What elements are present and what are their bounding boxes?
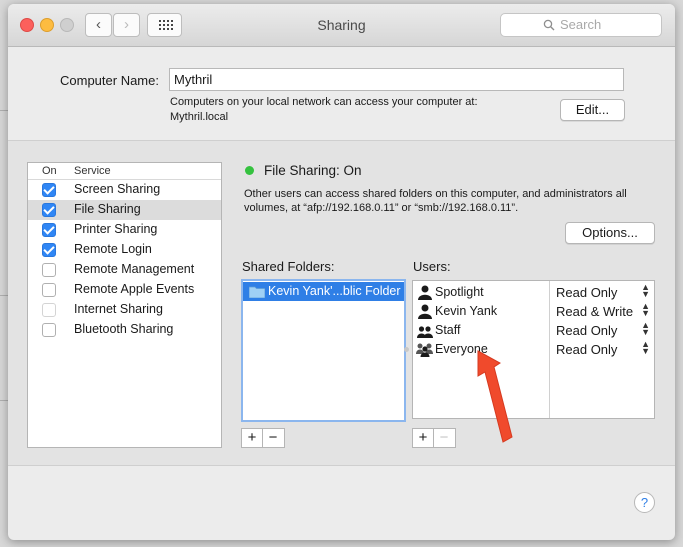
folder-icon (249, 286, 265, 298)
local-address-text: Mythril.local (170, 111, 229, 123)
file-sharing-status: File Sharing: On (264, 163, 362, 178)
permission-popup[interactable]: Read Only ▲ ▼ (550, 340, 654, 359)
permission-popup[interactable]: Read & Write ▲ ▼ (550, 302, 654, 321)
service-checkbox[interactable] (42, 243, 56, 257)
services-table-header: On Service (28, 163, 221, 180)
computer-name-field[interactable]: Mythril (169, 68, 624, 91)
shared-folder-label: Kevin Yank'...blic Folder (268, 284, 401, 298)
status-description: Other users can access shared folders on… (244, 188, 627, 200)
shared-folders-add-remove: + − (241, 428, 285, 448)
service-row-file-sharing[interactable]: File Sharing (28, 200, 221, 220)
service-row-remote-login[interactable]: Remote Login (28, 240, 221, 260)
service-row-bluetooth-sharing[interactable]: Bluetooth Sharing (28, 320, 221, 340)
service-checkbox[interactable] (42, 183, 56, 197)
split-handle[interactable] (404, 347, 409, 352)
user-name: Staff (435, 323, 461, 337)
service-label: Internet Sharing (74, 302, 163, 316)
title-bar: ‹ › Sharing Search (8, 4, 675, 47)
annotation-arrow-icon (477, 350, 513, 443)
service-checkbox[interactable] (42, 203, 56, 217)
search-icon (543, 19, 555, 31)
user-row-staff[interactable]: Staff (413, 321, 549, 340)
column-on-header: On (42, 165, 57, 177)
service-row-printer-sharing[interactable]: Printer Sharing (28, 220, 221, 240)
user-icon (418, 285, 432, 300)
network-info-text: Computers on your local network can acce… (170, 96, 478, 108)
permission-value: Read Only (556, 285, 618, 300)
popup-arrows-icon: ▲ ▼ (641, 282, 650, 299)
search-placeholder: Search (560, 17, 602, 32)
service-label: Remote Login (74, 242, 152, 256)
options-button[interactable]: Options... (565, 222, 655, 244)
user-name: Kevin Yank (435, 304, 498, 318)
users-list: Spotlight Kevin Yank Staff Everyone Read… (412, 280, 655, 419)
permission-value: Read & Write (556, 304, 634, 319)
service-checkbox[interactable] (42, 283, 56, 297)
shared-folders-label: Shared Folders: (242, 259, 335, 274)
permission-popup[interactable]: Read Only ▲ ▼ (550, 283, 654, 302)
popup-arrows-icon: ▲ ▼ (641, 301, 650, 318)
computer-name-label: Computer Name: (60, 73, 159, 88)
services-table: On Service Screen Sharing File Sharing P… (27, 162, 222, 448)
service-row-internet-sharing[interactable]: Internet Sharing (28, 300, 221, 320)
service-checkbox[interactable] (42, 323, 56, 337)
everyone-icon (416, 343, 433, 357)
service-row-remote-apple-events[interactable]: Remote Apple Events (28, 280, 221, 300)
sharing-window: ‹ › Sharing Search Computer Name: Mythri… (8, 4, 675, 540)
permission-popup[interactable]: Read Only ▲ ▼ (550, 321, 654, 340)
add-folder-button[interactable]: + (242, 429, 263, 447)
shared-folders-list: Kevin Yank'...blic Folder (241, 279, 406, 422)
service-checkbox[interactable] (42, 223, 56, 237)
user-name: Spotlight (435, 285, 484, 299)
remove-user-button[interactable]: − (434, 429, 454, 447)
shared-folder-row[interactable]: Kevin Yank'...blic Folder (243, 282, 404, 301)
user-row-kevin-yank[interactable]: Kevin Yank (413, 302, 549, 321)
status-description: volumes, at “afp://192.168.0.11” or “smb… (244, 202, 519, 214)
user-row-spotlight[interactable]: Spotlight (413, 283, 549, 302)
users-add-remove: + − (412, 428, 456, 448)
computer-name-value: Mythril (174, 72, 213, 87)
group-icon (417, 326, 433, 338)
service-label: Printer Sharing (74, 222, 158, 236)
service-checkbox[interactable] (42, 303, 56, 317)
service-row-screen-sharing[interactable]: Screen Sharing (28, 180, 221, 200)
help-button[interactable]: ? (634, 492, 655, 513)
service-label: Remote Management (74, 262, 195, 276)
permission-value: Read Only (556, 323, 618, 338)
status-indicator (245, 166, 254, 175)
permission-value: Read Only (556, 342, 618, 357)
edit-button[interactable]: Edit... (560, 99, 625, 121)
service-label: Screen Sharing (74, 182, 161, 196)
popup-arrows-icon: ▲ ▼ (641, 339, 650, 356)
user-icon (418, 304, 432, 319)
add-user-button[interactable]: + (413, 429, 434, 447)
service-row-remote-management[interactable]: Remote Management (28, 260, 221, 280)
permissions-column: Read Only ▲ ▼ Read & Write ▲ ▼ Read Only ▲… (550, 281, 654, 418)
service-label: File Sharing (74, 202, 141, 216)
service-label: Remote Apple Events (74, 282, 195, 296)
users-label: Users: (413, 259, 451, 274)
service-checkbox[interactable] (42, 263, 56, 277)
remove-folder-button[interactable]: − (263, 429, 283, 447)
column-service-header: Service (74, 165, 111, 177)
service-label: Bluetooth Sharing (74, 322, 174, 336)
search-field[interactable]: Search (500, 13, 662, 37)
popup-arrows-icon: ▲ ▼ (641, 320, 650, 337)
